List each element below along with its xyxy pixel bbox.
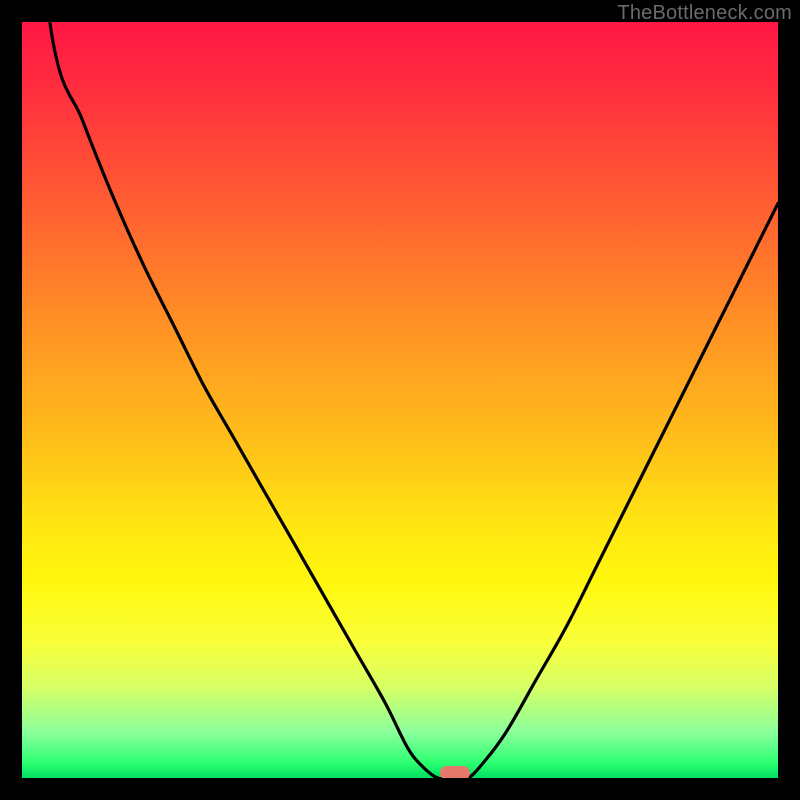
watermark-text: TheBottleneck.com — [617, 2, 792, 25]
chart-frame: TheBottleneck.com — [0, 0, 800, 800]
optimal-marker — [440, 766, 470, 778]
bottleneck-curve — [22, 22, 778, 778]
plot-area — [22, 22, 778, 778]
